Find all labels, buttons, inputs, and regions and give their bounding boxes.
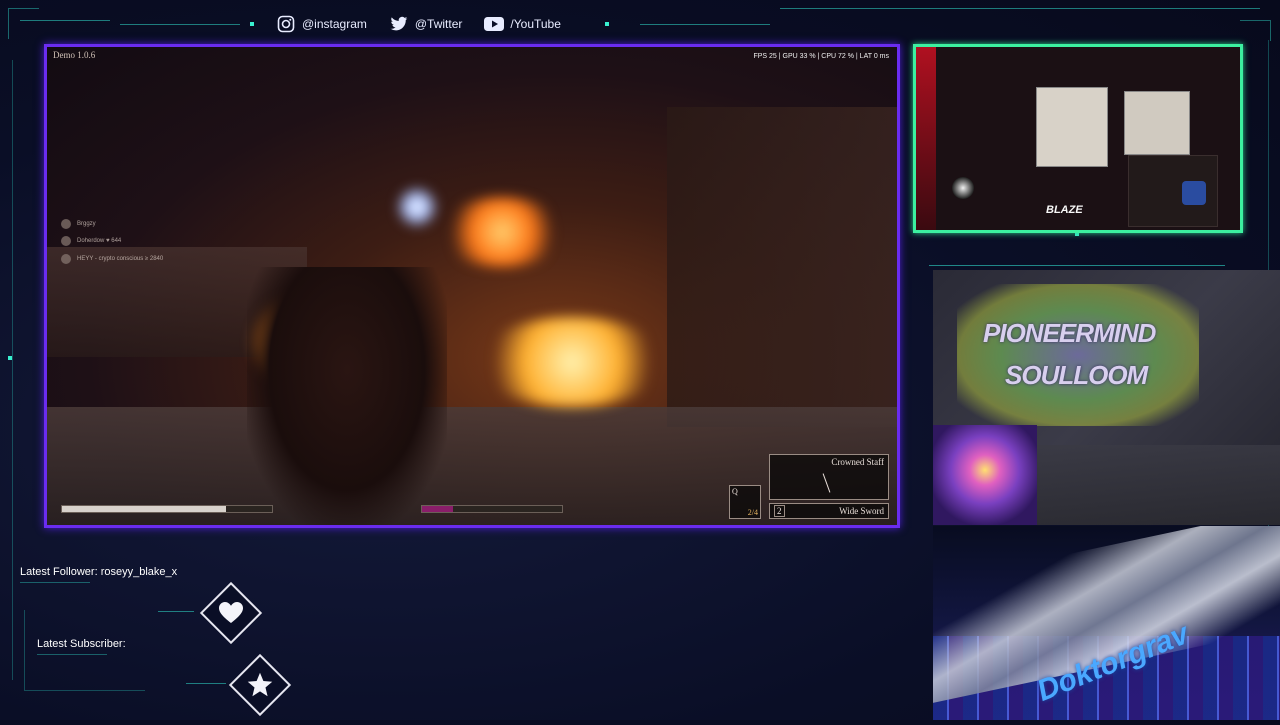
stamina-bar [421, 505, 563, 513]
feed-row-1: Brggzy [61, 219, 96, 229]
game-version: Demo 1.0.6 [53, 50, 96, 60]
logo-line-1: PIONEERMIND [983, 318, 1156, 348]
weapon-primary[interactable]: Crowned Staff [769, 454, 889, 500]
weapon-secondary[interactable]: 2 Wide Sword [769, 503, 889, 519]
instagram-icon [276, 14, 296, 34]
cam-avatar [1182, 181, 1206, 205]
twitter-handle: @Twitter [414, 17, 463, 31]
user-icon [61, 219, 71, 229]
cam-divider-line [929, 265, 1225, 266]
social-node-right [604, 22, 609, 26]
left-node-marker [8, 356, 12, 360]
twitter-icon [389, 14, 409, 34]
top-frame-line-right [640, 24, 770, 25]
quick-slot-key: Q [732, 487, 738, 496]
staff-icon [822, 473, 831, 493]
stamina-bar-fill [422, 506, 453, 512]
player-character [247, 267, 447, 525]
mandala-art [933, 425, 1037, 525]
left-frame-line [12, 60, 13, 680]
top-frame-line-far-right [780, 8, 1260, 9]
star-icon [247, 672, 273, 697]
stone-wall [667, 107, 897, 427]
top-right-bracket [1240, 20, 1271, 41]
game-capture: Demo 1.0.6 FPS 25 | GPU 33 % | CPU 72 % … [44, 44, 900, 528]
follower-diamond [199, 581, 263, 645]
fire-trail [437, 197, 567, 267]
quick-slot-count: 2/4 [747, 508, 758, 517]
feed-text-1: Brggzy [77, 221, 96, 227]
feed-row-3: HEYY - crypto conscious ≥ 2840 [61, 254, 163, 264]
health-bar [61, 505, 273, 513]
subscriber-connector [186, 683, 226, 684]
fire-burst-main [477, 317, 667, 407]
art-panel-chains: Doktorgrav [933, 526, 1280, 720]
social-bar: @instagram @Twitter /YouTube [250, 12, 609, 36]
quick-slot[interactable]: Q 2/4 [729, 485, 761, 519]
instagram-link[interactable]: @instagram [276, 14, 367, 34]
weapon-secondary-name: Wide Sword [839, 506, 884, 516]
feed-text-2: Doherdow ♥ 644 [77, 238, 122, 244]
youtube-link[interactable]: /YouTube [484, 14, 561, 34]
cam-mascot [952, 177, 974, 199]
weapon-panel: Crowned Staff 2 Wide Sword [769, 454, 889, 519]
youtube-icon [484, 14, 505, 34]
heart-icon [219, 602, 243, 623]
logo-line-2: SOULLOOM [1005, 360, 1148, 390]
glitter-frame [957, 284, 1199, 426]
weapon-primary-name: Crowned Staff [831, 457, 884, 467]
health-bar-fill [62, 506, 226, 512]
feed-row-2: Doherdow ♥ 644 [61, 236, 121, 246]
cam-detail-window [1124, 91, 1190, 155]
game-reflection [1037, 445, 1280, 525]
latest-follower-label: Latest Follower: roseyy_blake_x [20, 566, 178, 578]
top-frame-line-mid [120, 24, 240, 25]
feed-text-3: HEYY - crypto conscious ≥ 2840 [77, 256, 164, 262]
user-icon [61, 236, 71, 246]
weapon-secondary-key: 2 [774, 505, 785, 517]
instagram-handle: @instagram [302, 17, 367, 31]
top-left-bracket [8, 8, 39, 39]
bottom-left-bracket [24, 610, 145, 691]
magic-orb [397, 187, 437, 227]
performance-stats: FPS 25 | GPU 33 % | CPU 72 % | LAT 0 ms [753, 53, 889, 60]
cam-brand: BLAZE [1046, 204, 1083, 216]
user-icon [61, 254, 71, 264]
cam-left-strip [916, 47, 936, 230]
art-panel-logo: PIONEERMIND SOULLOOM [933, 270, 1280, 525]
follower-underline [20, 582, 90, 583]
follower-connector [158, 611, 194, 612]
webcam-panel: BLAZE [913, 44, 1243, 233]
twitter-link[interactable]: @Twitter [389, 14, 463, 34]
social-node-left [250, 22, 254, 26]
subscriber-diamond [228, 653, 292, 717]
youtube-handle: /YouTube [510, 17, 561, 31]
cam-inventory-window [1036, 87, 1108, 167]
